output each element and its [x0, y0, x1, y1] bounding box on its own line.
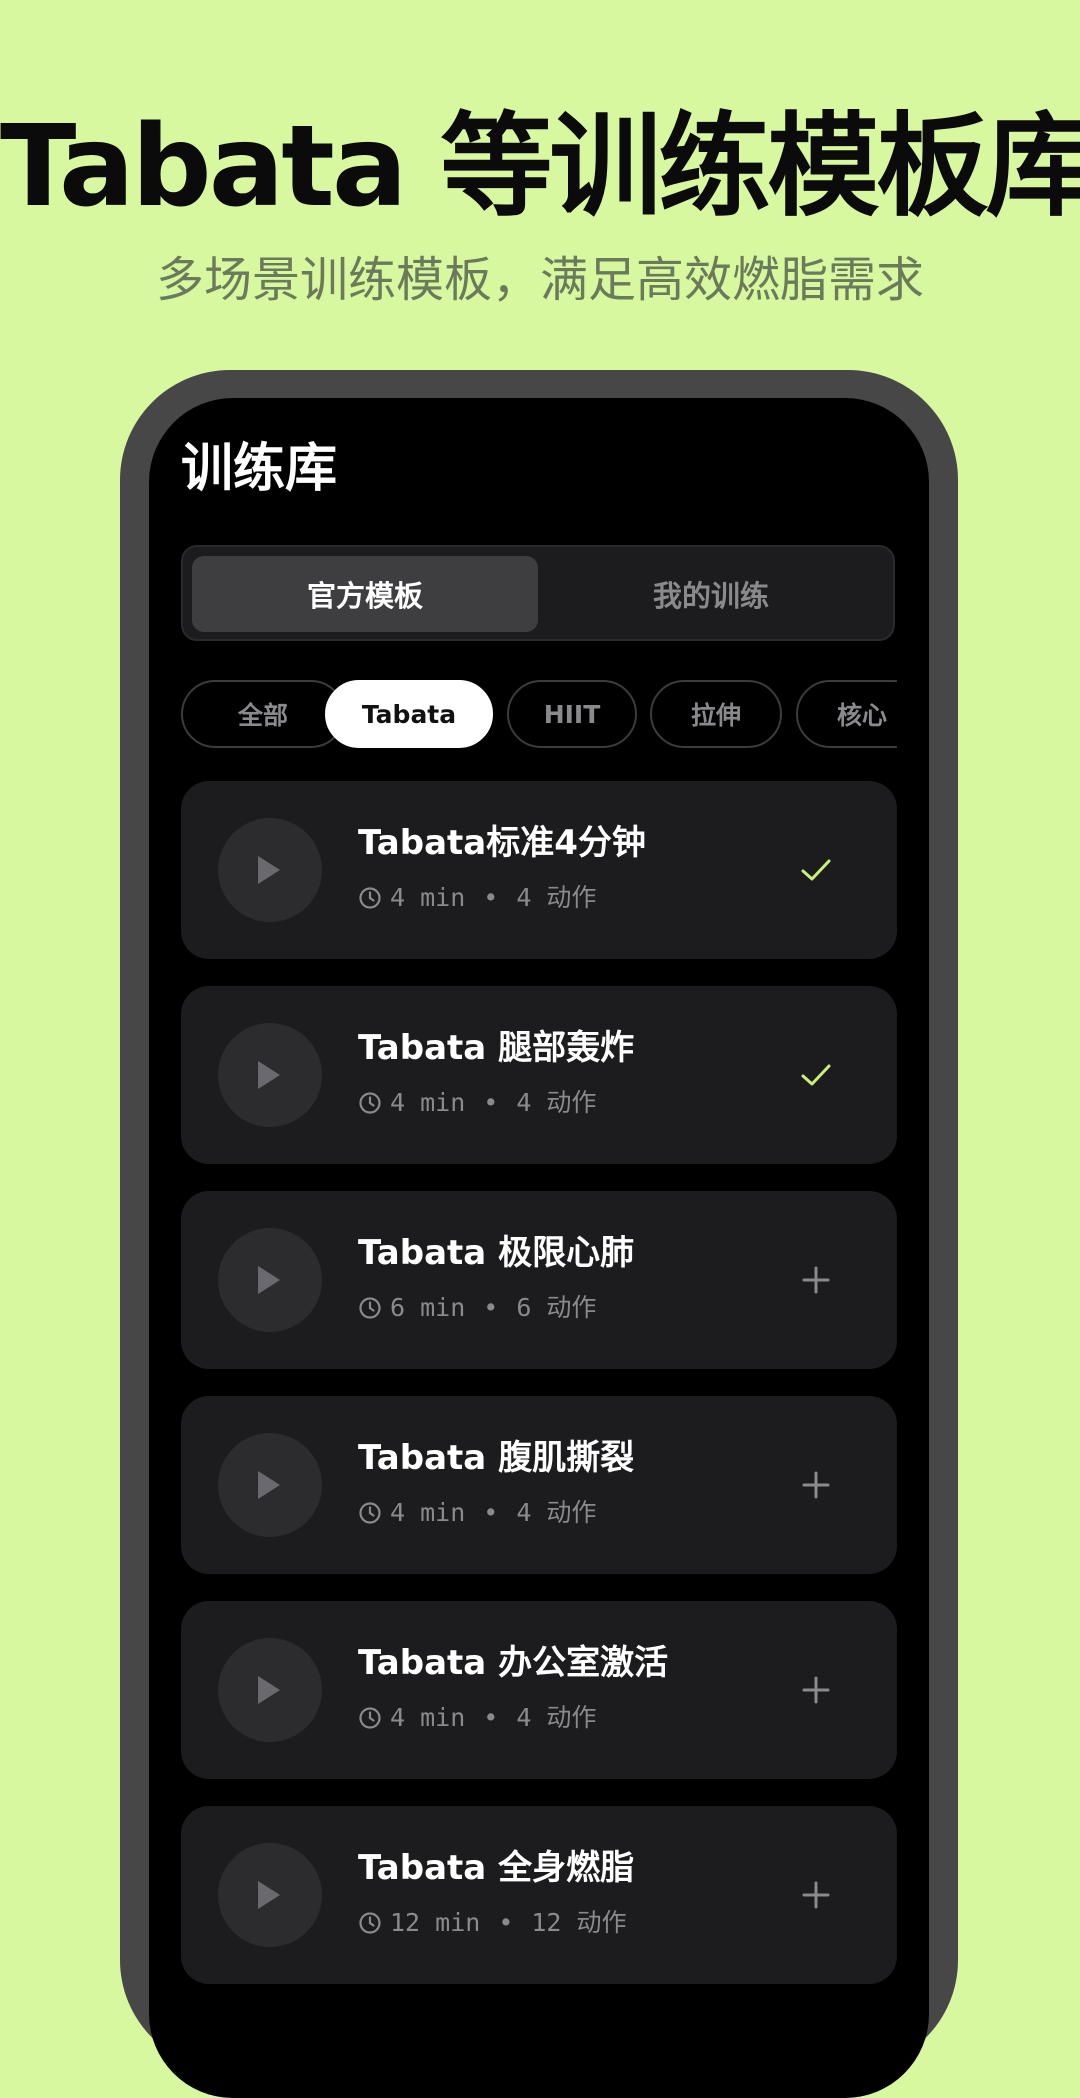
- hero-subtitle: 多场景训练模板，满足高效燃脂需求: [155, 252, 924, 308]
- play-button[interactable]: [218, 1843, 322, 1947]
- hero-title: Tabata 等训练模板库: [0, 102, 1080, 232]
- clock-icon: [359, 1706, 381, 1729]
- meta-separator: •: [483, 1293, 499, 1322]
- workout-duration: 4 min: [390, 1498, 466, 1527]
- meta-separator: •: [483, 1498, 499, 1527]
- chip-all[interactable]: 全部: [181, 680, 345, 748]
- workout-duration: 4 min: [390, 1088, 466, 1117]
- workout-meta: 6 min • 6 动作: [358, 1295, 596, 1320]
- plus-icon[interactable]: [799, 1673, 833, 1707]
- meta-separator: •: [483, 1703, 499, 1732]
- workout-card[interactable]: Tabata 全身燃脂 12 min • 12 动作: [181, 1806, 897, 1984]
- workout-exercise-count: 12 动作: [531, 1908, 627, 1937]
- play-icon: [258, 1471, 280, 1499]
- workout-duration: 4 min: [390, 883, 466, 912]
- tab-official-templates[interactable]: 官方模板: [192, 556, 538, 632]
- tab-my-workouts[interactable]: 我的训练: [538, 556, 884, 632]
- play-icon: [258, 856, 280, 884]
- workout-exercise-count: 4 动作: [516, 883, 597, 912]
- workout-meta: 4 min • 4 动作: [358, 1090, 596, 1115]
- meta-separator: •: [483, 883, 499, 912]
- workout-title: Tabata 腿部轰炸: [358, 1028, 635, 1068]
- workout-exercise-count: 4 动作: [516, 1088, 597, 1117]
- play-button[interactable]: [218, 818, 322, 922]
- workout-meta: 4 min • 4 动作: [358, 1500, 596, 1525]
- workout-title: Tabata 办公室激活: [358, 1643, 669, 1683]
- play-icon: [258, 1061, 280, 1089]
- workout-meta: 4 min • 4 动作: [358, 1705, 596, 1730]
- play-icon: [258, 1676, 280, 1704]
- workout-title: Tabata 全身燃脂: [358, 1848, 635, 1888]
- workout-exercise-count: 6 动作: [516, 1293, 597, 1322]
- page-title: 训练库: [181, 439, 338, 499]
- workout-meta: 4 min • 4 动作: [358, 885, 596, 910]
- phone-screen: 训练库 官方模板 我的训练 全部 Tabata HIIT 拉伸 核心 Tabat…: [149, 398, 929, 2098]
- workout-exercise-count: 4 动作: [516, 1703, 597, 1732]
- meta-separator: •: [498, 1908, 514, 1937]
- workout-card[interactable]: Tabata 极限心肺 6 min • 6 动作: [181, 1191, 897, 1369]
- chip-core[interactable]: 核心: [796, 680, 897, 748]
- play-button[interactable]: [218, 1023, 322, 1127]
- play-button[interactable]: [218, 1433, 322, 1537]
- clock-icon: [359, 1091, 381, 1114]
- play-button[interactable]: [218, 1228, 322, 1332]
- clock-icon: [359, 1296, 381, 1319]
- chip-hiit[interactable]: HIIT: [507, 680, 637, 748]
- play-icon: [258, 1881, 280, 1909]
- category-filter: 全部 Tabata HIIT 拉伸 核心: [181, 680, 897, 748]
- workout-title: Tabata 极限心肺: [358, 1233, 635, 1273]
- segmented-control: 官方模板 我的训练: [181, 545, 895, 641]
- clock-icon: [359, 886, 381, 909]
- meta-separator: •: [483, 1088, 499, 1117]
- workout-card[interactable]: Tabata 办公室激活 4 min • 4 动作: [181, 1601, 897, 1779]
- workout-duration: 6 min: [390, 1293, 466, 1322]
- workout-title: Tabata标准4分钟: [358, 823, 646, 863]
- clock-icon: [359, 1501, 381, 1524]
- clock-icon: [359, 1911, 381, 1934]
- workout-duration: 12 min: [390, 1908, 481, 1937]
- workout-card[interactable]: Tabata标准4分钟 4 min • 4 动作: [181, 781, 897, 959]
- chip-stretch[interactable]: 拉伸: [650, 680, 782, 748]
- plus-icon[interactable]: [799, 1263, 833, 1297]
- workout-card[interactable]: Tabata 腹肌撕裂 4 min • 4 动作: [181, 1396, 897, 1574]
- workout-exercise-count: 4 动作: [516, 1498, 597, 1527]
- plus-icon[interactable]: [799, 1878, 833, 1912]
- check-icon[interactable]: [799, 853, 833, 887]
- workout-title: Tabata 腹肌撕裂: [358, 1438, 635, 1478]
- play-button[interactable]: [218, 1638, 322, 1742]
- chip-tabata[interactable]: Tabata: [325, 680, 493, 748]
- workout-card[interactable]: Tabata 腿部轰炸 4 min • 4 动作: [181, 986, 897, 1164]
- play-icon: [258, 1266, 280, 1294]
- plus-icon[interactable]: [799, 1468, 833, 1502]
- workout-meta: 12 min • 12 动作: [358, 1910, 627, 1935]
- workout-duration: 4 min: [390, 1703, 466, 1732]
- check-icon[interactable]: [799, 1058, 833, 1092]
